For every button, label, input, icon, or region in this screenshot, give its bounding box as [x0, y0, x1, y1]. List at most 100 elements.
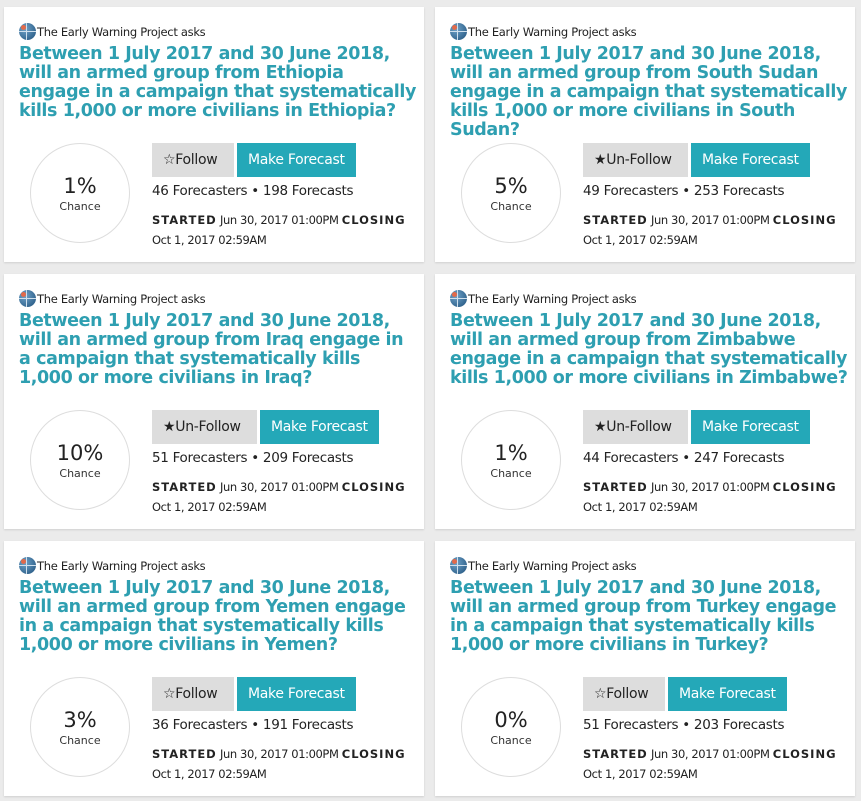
- started-date: Jun 30, 2017 01:00PM: [220, 480, 339, 494]
- started-label: STARTED: [583, 747, 648, 761]
- asker-label: The Early Warning Project asks: [37, 291, 206, 306]
- follow-label: Follow: [175, 686, 218, 702]
- chance-label: Chance: [490, 734, 532, 747]
- follow-button[interactable]: ☆Follow: [152, 143, 234, 177]
- question-title[interactable]: Between 1 July 2017 and 30 June 2018, wi…: [450, 45, 850, 140]
- dates: STARTED Jun 30, 2017 01:00PM CLOSING Oct …: [152, 210, 417, 250]
- started-date: Jun 30, 2017 01:00PM: [220, 213, 339, 227]
- follow-button[interactable]: ★Un-Follow: [152, 410, 257, 444]
- globe-logo-icon: [450, 557, 467, 574]
- dates: STARTED Jun 30, 2017 01:00PM CLOSING Oct …: [583, 210, 848, 250]
- dates: STARTED Jun 30, 2017 01:00PM CLOSING Oct …: [583, 477, 848, 517]
- follow-label: Follow: [606, 686, 649, 702]
- globe-logo-icon: [450, 23, 467, 40]
- question-title[interactable]: Between 1 July 2017 and 30 June 2018, wi…: [19, 312, 419, 388]
- globe-logo-icon: [19, 557, 36, 574]
- make-forecast-button[interactable]: Make Forecast: [691, 143, 810, 177]
- dates: STARTED Jun 30, 2017 01:00PM CLOSING Oct …: [152, 744, 417, 784]
- asker-label: The Early Warning Project asks: [468, 291, 637, 306]
- asker-label: The Early Warning Project asks: [468, 24, 637, 39]
- asker-label: The Early Warning Project asks: [468, 558, 637, 573]
- make-forecast-button[interactable]: Make Forecast: [237, 677, 356, 711]
- star-filled-icon: ★: [594, 419, 607, 435]
- closing-date: Oct 1, 2017 02:59AM: [152, 233, 267, 247]
- forecast-stats: 44 Forecasters • 247 Forecasts: [583, 450, 785, 466]
- chance-value: 0%: [494, 708, 528, 732]
- dates: STARTED Jun 30, 2017 01:00PM CLOSING Oct …: [152, 477, 417, 517]
- chance-value: 5%: [494, 174, 528, 198]
- globe-logo-icon: [19, 23, 36, 40]
- chance-circle: 1% Chance: [30, 143, 130, 243]
- star-outline-icon: ☆: [163, 686, 176, 702]
- closing-date: Oct 1, 2017 02:59AM: [583, 500, 698, 514]
- follow-label: Un-Follow: [175, 419, 241, 435]
- asker: The Early Warning Project asks: [450, 557, 637, 574]
- chance-value: 1%: [63, 174, 97, 198]
- star-outline-icon: ☆: [594, 686, 607, 702]
- make-forecast-button[interactable]: Make Forecast: [668, 677, 787, 711]
- asker: The Early Warning Project asks: [19, 557, 206, 574]
- question-card: The Early Warning Project asks Between 1…: [4, 7, 424, 262]
- chance-value: 10%: [56, 441, 104, 465]
- forecast-stats: 51 Forecasters • 209 Forecasts: [152, 450, 354, 466]
- chance-label: Chance: [490, 200, 532, 213]
- question-card: The Early Warning Project asks Between 1…: [435, 541, 855, 796]
- make-forecast-button[interactable]: Make Forecast: [691, 410, 810, 444]
- star-filled-icon: ★: [594, 152, 607, 168]
- forecast-stats: 36 Forecasters • 191 Forecasts: [152, 717, 354, 733]
- question-title[interactable]: Between 1 July 2017 and 30 June 2018, wi…: [450, 312, 850, 388]
- star-outline-icon: ☆: [163, 152, 176, 168]
- closing-label: CLOSING: [341, 213, 406, 227]
- asker: The Early Warning Project asks: [450, 23, 637, 40]
- question-card: The Early Warning Project asks Between 1…: [4, 274, 424, 529]
- chance-circle: 1% Chance: [461, 410, 561, 510]
- chance-circle: 5% Chance: [461, 143, 561, 243]
- chance-label: Chance: [490, 467, 532, 480]
- started-label: STARTED: [152, 213, 217, 227]
- asker-label: The Early Warning Project asks: [37, 24, 206, 39]
- closing-label: CLOSING: [772, 747, 837, 761]
- follow-button[interactable]: ☆Follow: [152, 677, 234, 711]
- dates: STARTED Jun 30, 2017 01:00PM CLOSING Oct …: [583, 744, 848, 784]
- chance-circle: 3% Chance: [30, 677, 130, 777]
- forecast-stats: 51 Forecasters • 203 Forecasts: [583, 717, 785, 733]
- started-date: Jun 30, 2017 01:00PM: [651, 480, 770, 494]
- follow-label: Follow: [175, 152, 218, 168]
- closing-label: CLOSING: [772, 213, 837, 227]
- make-forecast-button[interactable]: Make Forecast: [260, 410, 379, 444]
- chance-label: Chance: [59, 200, 101, 213]
- globe-logo-icon: [450, 290, 467, 307]
- question-title[interactable]: Between 1 July 2017 and 30 June 2018, wi…: [450, 579, 850, 655]
- started-date: Jun 30, 2017 01:00PM: [651, 213, 770, 227]
- star-filled-icon: ★: [163, 419, 176, 435]
- started-label: STARTED: [152, 747, 217, 761]
- follow-button[interactable]: ★Un-Follow: [583, 410, 688, 444]
- globe-logo-icon: [19, 290, 36, 307]
- follow-button[interactable]: ☆Follow: [583, 677, 665, 711]
- closing-label: CLOSING: [772, 480, 837, 494]
- forecast-stats: 46 Forecasters • 198 Forecasts: [152, 183, 354, 199]
- question-title[interactable]: Between 1 July 2017 and 30 June 2018, wi…: [19, 579, 419, 655]
- closing-date: Oct 1, 2017 02:59AM: [152, 500, 267, 514]
- asker: The Early Warning Project asks: [19, 23, 206, 40]
- closing-date: Oct 1, 2017 02:59AM: [152, 767, 267, 781]
- make-forecast-button[interactable]: Make Forecast: [237, 143, 356, 177]
- asker: The Early Warning Project asks: [19, 290, 206, 307]
- closing-date: Oct 1, 2017 02:59AM: [583, 767, 698, 781]
- forecast-stats: 49 Forecasters • 253 Forecasts: [583, 183, 785, 199]
- started-date: Jun 30, 2017 01:00PM: [220, 747, 339, 761]
- question-card: The Early Warning Project asks Between 1…: [4, 541, 424, 796]
- started-date: Jun 30, 2017 01:00PM: [651, 747, 770, 761]
- question-grid: The Early Warning Project asks Between 1…: [0, 0, 861, 801]
- question-card: The Early Warning Project asks Between 1…: [435, 7, 855, 262]
- chance-circle: 10% Chance: [30, 410, 130, 510]
- started-label: STARTED: [583, 213, 648, 227]
- chance-label: Chance: [59, 734, 101, 747]
- closing-label: CLOSING: [341, 747, 406, 761]
- follow-button[interactable]: ★Un-Follow: [583, 143, 688, 177]
- closing-date: Oct 1, 2017 02:59AM: [583, 233, 698, 247]
- started-label: STARTED: [152, 480, 217, 494]
- started-label: STARTED: [583, 480, 648, 494]
- follow-label: Un-Follow: [606, 419, 672, 435]
- question-title[interactable]: Between 1 July 2017 and 30 June 2018, wi…: [19, 45, 419, 121]
